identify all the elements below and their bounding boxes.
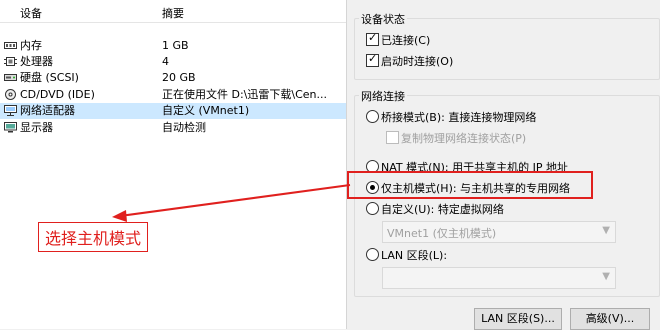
annotation-label: 选择主机模式: [38, 222, 149, 252]
annotation-arrow: [112, 184, 351, 222]
